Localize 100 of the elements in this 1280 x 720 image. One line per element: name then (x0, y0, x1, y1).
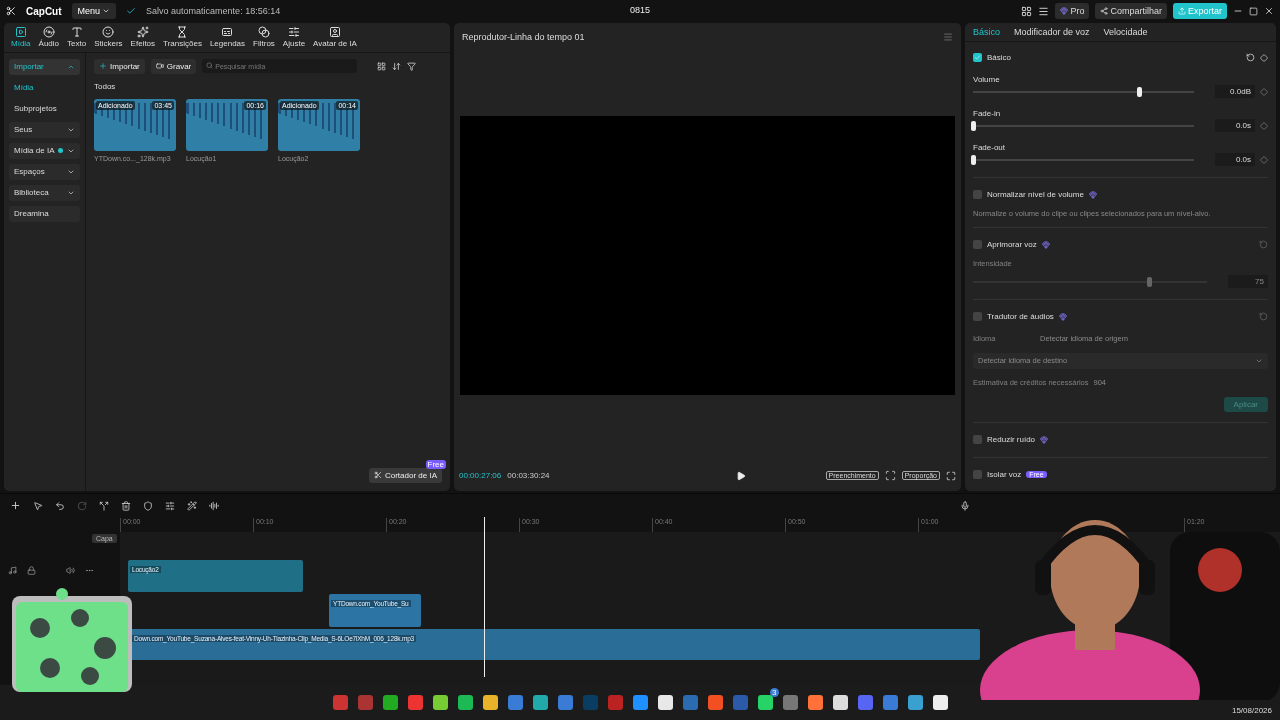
sidebar-item[interactable]: Espaços (9, 163, 80, 180)
app-icon[interactable] (907, 695, 923, 711)
checkbox[interactable] (973, 190, 982, 200)
sidebar-item[interactable]: Seus (9, 121, 80, 138)
lock-icon[interactable] (27, 565, 36, 575)
toolbar-tab[interactable]: Áudio (35, 26, 63, 49)
disc-icon (42, 26, 55, 39)
grid-icon[interactable] (377, 61, 387, 71)
wand-icon[interactable] (187, 500, 197, 511)
checkbox[interactable] (973, 53, 982, 63)
checkbox[interactable] (973, 470, 982, 480)
app-icon[interactable] (432, 695, 448, 711)
record-button[interactable]: Gravar (150, 58, 197, 74)
scan-icon[interactable] (884, 470, 896, 482)
pointer-icon[interactable] (33, 500, 43, 511)
section-title: Todos (94, 81, 117, 91)
slider-thumb[interactable] (971, 154, 976, 165)
check-icon (126, 6, 137, 17)
app-icon[interactable] (932, 695, 948, 711)
share-button[interactable]: Compartilhar (1095, 3, 1167, 20)
layout-icon[interactable] (1021, 5, 1033, 17)
checkbox[interactable] (973, 240, 982, 250)
app-icon[interactable] (482, 695, 498, 711)
toolbar-tab[interactable]: Filtros (250, 26, 278, 49)
toolbar-tab[interactable]: Transições (160, 26, 205, 49)
toolbar-tab[interactable]: Efeitos (127, 26, 159, 49)
gem-icon (1088, 190, 1097, 199)
toolbar-tab[interactable]: Stickers (91, 26, 126, 49)
maximize-icon[interactable] (1249, 6, 1258, 16)
ai-cutter-button[interactable]: Cortador de IA (368, 467, 442, 483)
toolbar-tab[interactable]: Ajuste (279, 26, 309, 49)
camera-icon (155, 62, 164, 71)
toolbar-tab[interactable]: Texto (64, 26, 90, 49)
section-title: Reduzir ruído (987, 435, 1036, 445)
sidebar-item[interactable]: Dreamina (9, 205, 80, 222)
slider-label: Volume (973, 74, 1000, 84)
sliders-icon (287, 26, 300, 39)
section-title: Tradutor de áudios (987, 312, 1054, 322)
audio-lines-icon[interactable] (209, 500, 219, 511)
sort-icon[interactable] (392, 61, 402, 71)
app-icon[interactable] (807, 695, 823, 711)
section-title: Isolar voz (987, 470, 1022, 480)
delete-icon[interactable] (121, 500, 131, 511)
play-square-icon (14, 26, 27, 39)
checkbox[interactable] (973, 435, 982, 445)
value-field[interactable]: 75 (1228, 275, 1268, 289)
free-badge: Free (425, 459, 446, 469)
speaker-icon[interactable] (66, 565, 75, 575)
add-icon[interactable] (10, 500, 21, 512)
slider-thumb[interactable] (1136, 86, 1142, 97)
gem-icon (1040, 435, 1049, 444)
inspector-tab[interactable]: Velocidade (1103, 26, 1148, 37)
logo-icon (6, 6, 16, 17)
app-logo: CapCut (26, 5, 62, 17)
toolbar-tab[interactable]: Avatar de IA (310, 26, 360, 49)
pro-button[interactable]: Pro (1055, 3, 1090, 20)
slider-thumb[interactable] (971, 120, 976, 131)
close-icon[interactable] (1264, 6, 1274, 17)
gem-icon (1060, 7, 1069, 16)
scissors-icon (373, 471, 382, 480)
shield-icon[interactable] (143, 500, 153, 511)
current-time: 00:00:27:06 (459, 471, 502, 481)
project-title: 0815 (630, 5, 650, 15)
app-icon[interactable] (382, 695, 398, 711)
play-icon[interactable] (735, 470, 746, 481)
autosave-status: Salvo automaticamente: 18:56:14 (146, 6, 281, 17)
player-title: Reprodutor-Linha do tempo 01 (462, 31, 585, 42)
undo-icon[interactable] (55, 500, 65, 511)
app-icon[interactable] (457, 695, 473, 711)
split-icon[interactable] (99, 500, 109, 511)
toolbar-tab[interactable]: Mídia (8, 26, 34, 49)
app-icon[interactable] (657, 695, 673, 711)
sidebar-item[interactable]: Importar (9, 58, 80, 75)
app-icon[interactable] (757, 695, 773, 711)
menu-icon[interactable] (1038, 5, 1050, 17)
check-icon (974, 54, 981, 62)
taskbar-date: 15/08/2026 (1231, 706, 1272, 715)
toolbar-tab[interactable]: Legendas (206, 26, 249, 49)
sidebar-item[interactable]: Mídia (9, 79, 80, 96)
menu-button[interactable]: Menu (71, 3, 117, 20)
inspector-tab[interactable]: Modificador de voz (1014, 26, 1090, 37)
sidebar-item[interactable]: Subprojetos (9, 100, 80, 117)
inspector-tab[interactable]: Básico (973, 26, 1000, 37)
music-icon[interactable] (8, 565, 17, 575)
share-icon (1100, 7, 1109, 16)
import-button[interactable]: Importar (94, 58, 145, 74)
value-field[interactable]: 0.0s (1215, 119, 1255, 133)
sidebar-item[interactable]: Mídia de IA (9, 142, 80, 159)
value-field[interactable]: 0.0s (1215, 153, 1255, 167)
value-field[interactable]: 0.0dB (1215, 85, 1255, 99)
app-icon[interactable] (832, 695, 848, 711)
app-icon[interactable] (532, 695, 548, 711)
sliders-icon[interactable] (165, 500, 175, 511)
checkbox[interactable] (973, 312, 982, 322)
slider-thumb[interactable] (1146, 276, 1152, 287)
sidebar-item[interactable]: Biblioteca (9, 184, 80, 201)
microphone-icon[interactable] (960, 500, 970, 511)
text-icon (70, 26, 83, 39)
filter-icon[interactable] (407, 61, 417, 71)
fullscreen-icon[interactable] (946, 470, 956, 481)
